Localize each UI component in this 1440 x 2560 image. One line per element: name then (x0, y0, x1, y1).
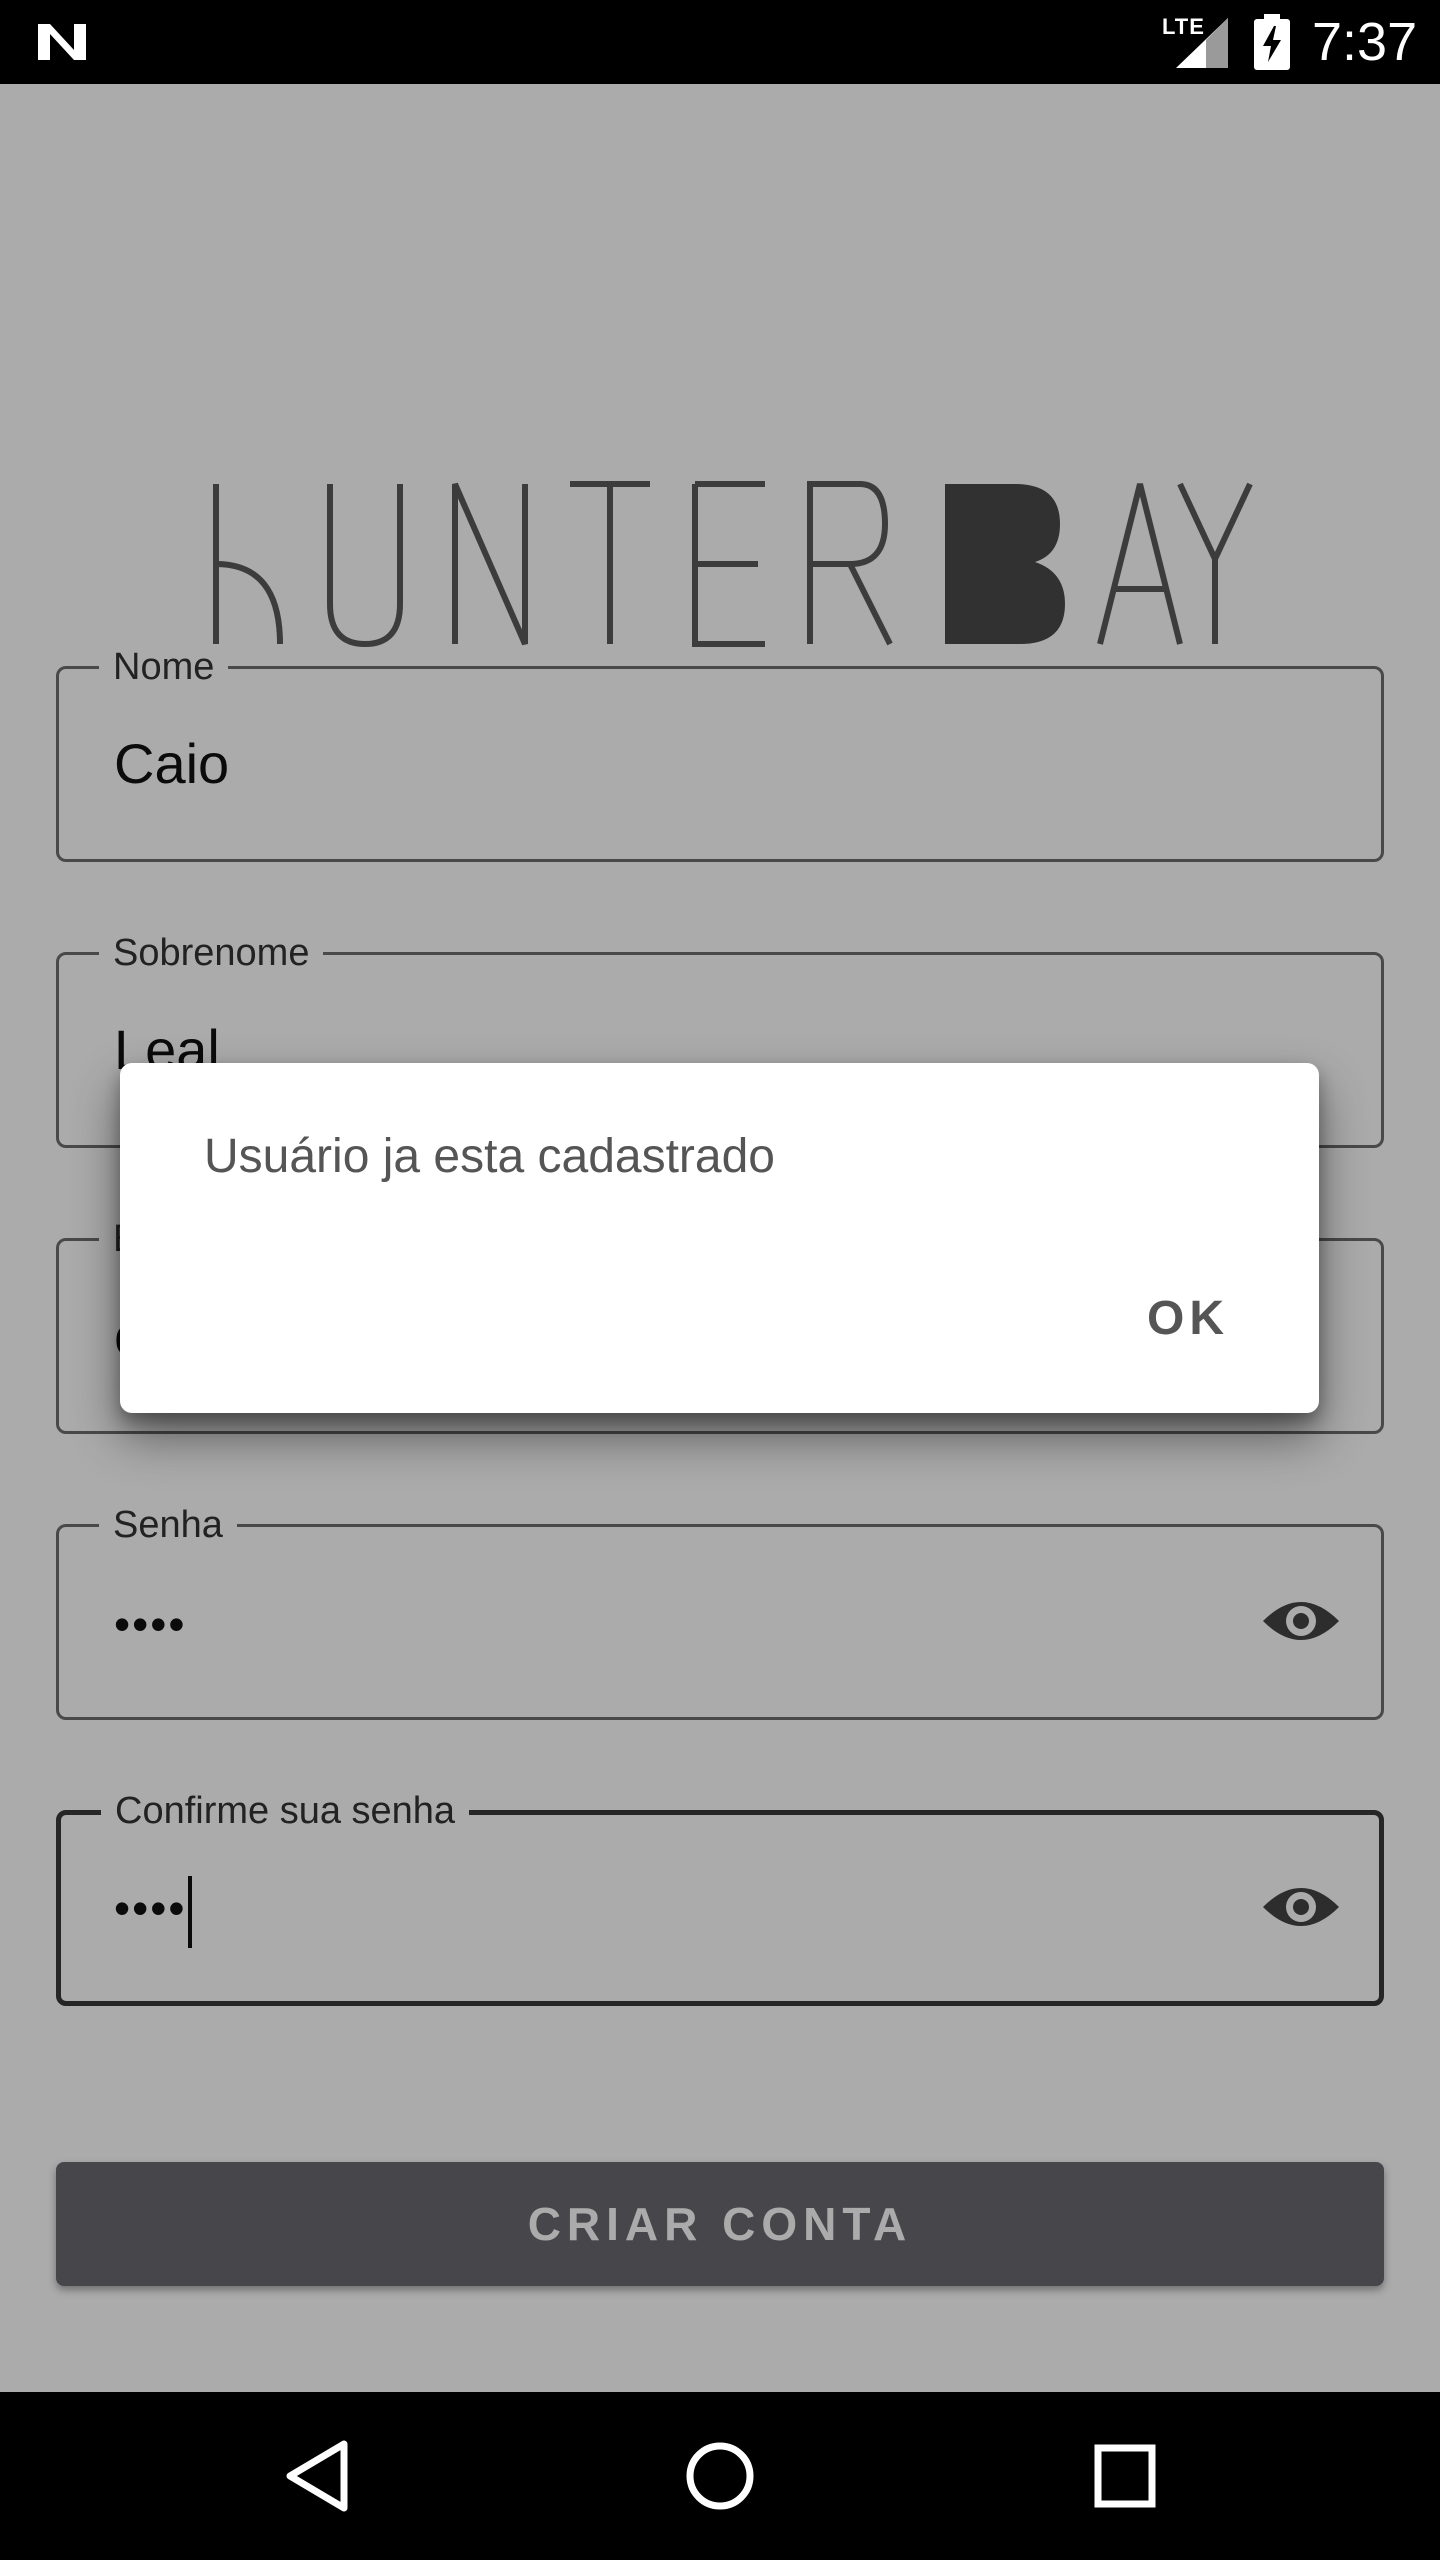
battery-charging-icon (1254, 14, 1290, 70)
dialog-message: Usuário ja esta cadastrado (204, 1130, 775, 1183)
alert-dialog: Usuário ja esta cadastrado OK (120, 1063, 1319, 1413)
back-icon[interactable] (282, 2436, 352, 2516)
ok-button[interactable]: OK (1147, 1291, 1229, 1347)
signal-icon (1176, 18, 1228, 68)
home-icon[interactable] (684, 2436, 756, 2516)
recents-icon[interactable] (1090, 2436, 1160, 2516)
status-bar: LTE 7:37 (0, 0, 1440, 84)
clock: 7:37 (1312, 12, 1418, 72)
n-notification-icon (38, 24, 86, 60)
navigation-bar (0, 2392, 1440, 2560)
